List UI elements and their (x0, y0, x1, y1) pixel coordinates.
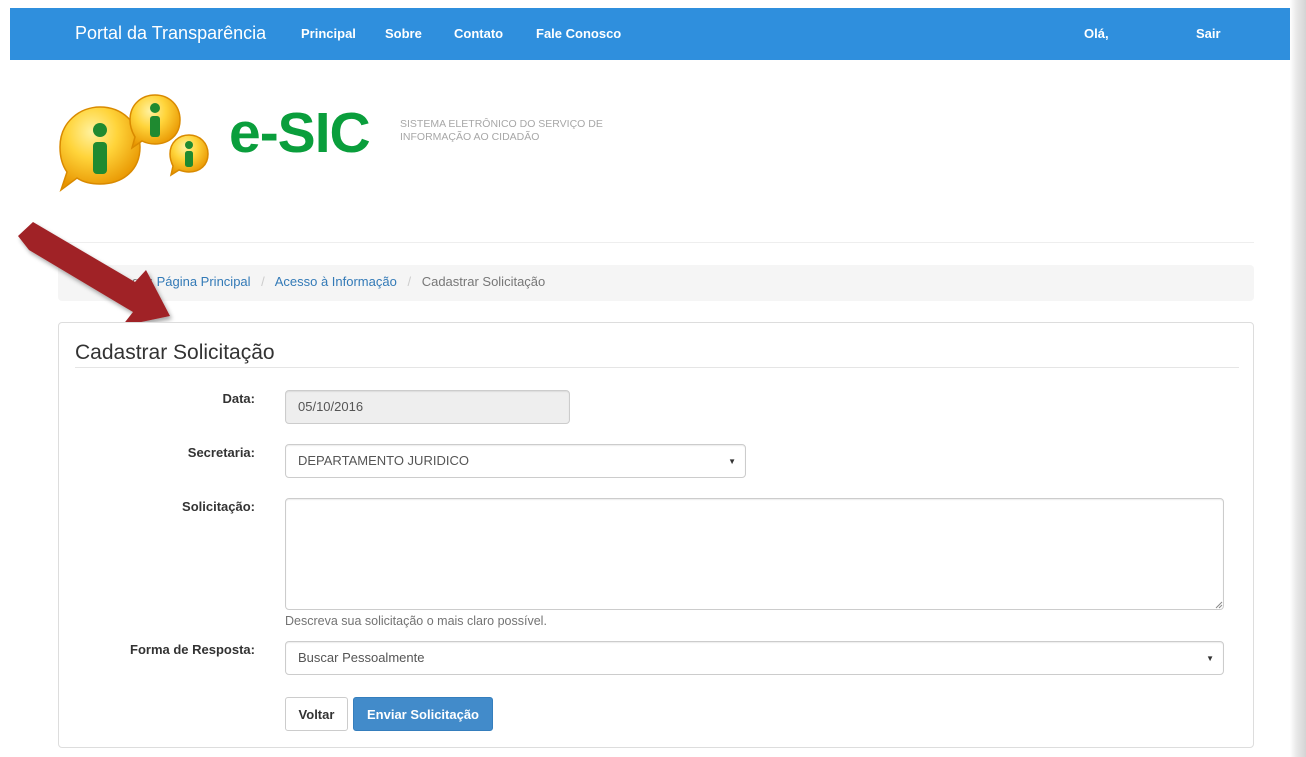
data-label: Data: (222, 391, 255, 406)
esic-logo-title: e-SIC (229, 101, 371, 165)
nav-link-contato[interactable]: Contato (454, 26, 503, 41)
esic-logo-subtitle: SISTEMA ELETRÔNICO DO SERVIÇO DE INFORMA… (400, 118, 603, 143)
screenshot-frame-top (0, 0, 1306, 8)
forma-resposta-label: Forma de Resposta: (130, 642, 255, 657)
screenshot-frame-left (0, 0, 10, 757)
breadcrumb-item-current: Cadastrar Solicitação (421, 274, 546, 289)
forma-resposta-selected-value: Buscar Pessoalmente (298, 650, 425, 665)
breadcrumb-separator: / (407, 274, 412, 289)
form-title-divider (75, 367, 1239, 368)
secretaria-label: Secretaria: (187, 445, 255, 460)
window-shadow-edge (1290, 0, 1306, 757)
forma-resposta-select[interactable]: Buscar Pessoalmente ▼ (285, 641, 1224, 675)
secretaria-select[interactable]: DEPARTAMENTO JURIDICO ▼ (285, 444, 746, 478)
submit-request-button[interactable]: Enviar Solicitação (353, 697, 493, 731)
logout-link[interactable]: Sair (1196, 26, 1221, 41)
back-button[interactable]: Voltar (285, 697, 348, 731)
breadcrumb-item-acesso[interactable]: Acesso à Informação (275, 274, 397, 289)
nav-link-principal[interactable]: Principal (301, 26, 356, 41)
resize-grip-icon[interactable] (1215, 601, 1223, 609)
user-greeting: Olá, (1084, 26, 1109, 41)
solicitacao-label: Solicitação: (182, 499, 255, 514)
info-speech-bubbles-icon (59, 94, 209, 193)
nav-link-fale-conosco[interactable]: Fale Conosco (536, 26, 621, 41)
request-form-panel: Cadastrar Solicitação Data: 05/10/2016 S… (58, 322, 1254, 748)
nav-link-sobre[interactable]: Sobre (385, 26, 422, 41)
date-field: 05/10/2016 (285, 390, 570, 424)
chevron-down-icon: ▼ (1206, 654, 1214, 663)
chevron-down-icon: ▼ (728, 457, 736, 466)
solicitacao-help-text: Descreva sua solicitação o mais claro po… (285, 614, 547, 628)
red-arrow-icon (18, 222, 170, 326)
secretaria-selected-value: DEPARTAMENTO JURIDICO (298, 453, 469, 468)
navbar-brand[interactable]: Portal da Transparência (75, 23, 266, 44)
breadcrumb: qui: Página Principal / Acesso à Informa… (58, 265, 1254, 301)
solicitacao-textarea[interactable] (285, 498, 1224, 610)
top-navbar: Portal da Transparência Principal Sobre … (10, 8, 1290, 60)
form-title: Cadastrar Solicitação (75, 341, 275, 364)
header-divider (58, 242, 1254, 243)
breadcrumb-separator: / (261, 274, 265, 289)
